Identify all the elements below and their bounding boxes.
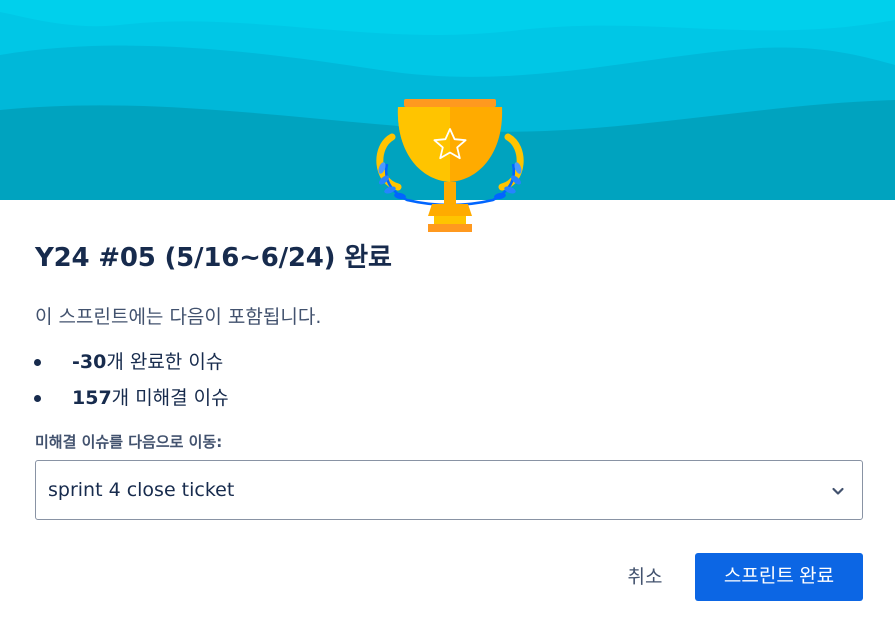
trophy-icon	[362, 92, 538, 237]
complete-sprint-dialog: Y24 #05 (5/16~6/24) 완료 이 스프린트에는 다음이 포함됩니…	[0, 0, 895, 627]
select-value: sprint 4 close ticket	[48, 479, 235, 501]
move-target-select[interactable]: sprint 4 close ticket	[35, 460, 863, 520]
dialog-title: Y24 #05 (5/16~6/24) 완료	[35, 243, 392, 273]
move-issues-label: 미해결 이슈를 다음으로 이동:	[35, 433, 223, 451]
issue-summary-list: -30개 완료한 이슈 157개 미해결 이슈	[34, 348, 229, 420]
chevron-down-icon	[830, 483, 846, 499]
completed-issue-label: 개 완료한 이슈	[106, 351, 224, 373]
complete-sprint-button[interactable]: 스프린트 완료	[695, 553, 863, 601]
dialog-description: 이 스프린트에는 다음이 포함됩니다.	[35, 306, 322, 328]
completed-issue-count: -30	[72, 351, 107, 373]
open-issue-label: 개 미해결 이슈	[111, 387, 229, 409]
open-issue-count: 157	[72, 387, 112, 409]
list-item: 157개 미해결 이슈	[34, 384, 229, 420]
cancel-button[interactable]: 취소	[610, 556, 680, 600]
list-item: -30개 완료한 이슈	[34, 348, 229, 384]
